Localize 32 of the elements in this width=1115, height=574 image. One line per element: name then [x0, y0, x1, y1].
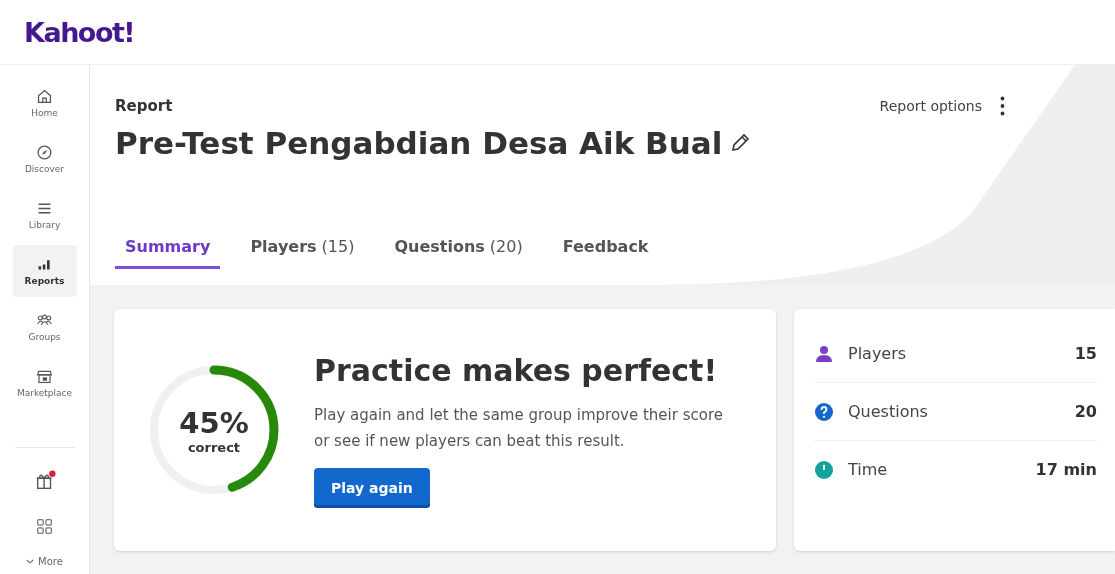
sidebar-item[interactable]: Home: [12, 77, 77, 129]
sidebar-item[interactable]: Library: [12, 189, 77, 241]
discover-icon: [36, 144, 53, 161]
more-options-icon[interactable]: [1000, 95, 1005, 117]
score-caption: correct: [187, 439, 241, 455]
sidebar-item[interactable]: Discover: [12, 133, 77, 185]
more-button[interactable]: More: [26, 556, 63, 567]
stat-value: 17 min: [1035, 460, 1097, 479]
chevron-down-icon: [26, 559, 35, 564]
home-icon: [36, 88, 53, 105]
stat-value: 20: [1074, 402, 1097, 421]
stat-label: Time: [848, 460, 889, 479]
stat-label: Players: [848, 344, 908, 363]
sidebar-item[interactable]: Reports: [12, 245, 77, 297]
tab[interactable]: Summary: [115, 229, 221, 269]
pencil-icon[interactable]: [730, 133, 751, 153]
tab[interactable]: Questions (20): [384, 229, 533, 269]
sidebar-item[interactable]: Marketplace: [12, 357, 77, 409]
stat-value: 15: [1074, 344, 1097, 363]
report-options-link[interactable]: Report options: [879, 98, 982, 114]
marketplace-icon: [36, 368, 53, 385]
score-percent: 45%: [179, 405, 249, 440]
stat-label: Questions: [848, 402, 929, 421]
report-label: Report: [115, 97, 173, 115]
tab[interactable]: Players (15): [240, 229, 365, 269]
summary-heading: Practice makes perfect!: [314, 352, 718, 388]
logo[interactable]: Kahoot!: [24, 16, 135, 48]
summary-text: Play again and let the same group improve their score or see if new players can beat this result.: [314, 404, 724, 452]
sidebar-item[interactable]: Groups: [12, 301, 77, 353]
tab[interactable]: Feedback: [552, 229, 659, 269]
play-again-button[interactable]: Play again: [314, 467, 430, 508]
report-title: Pre-Test Pengabdian Desa Aik Bual: [115, 125, 723, 161]
